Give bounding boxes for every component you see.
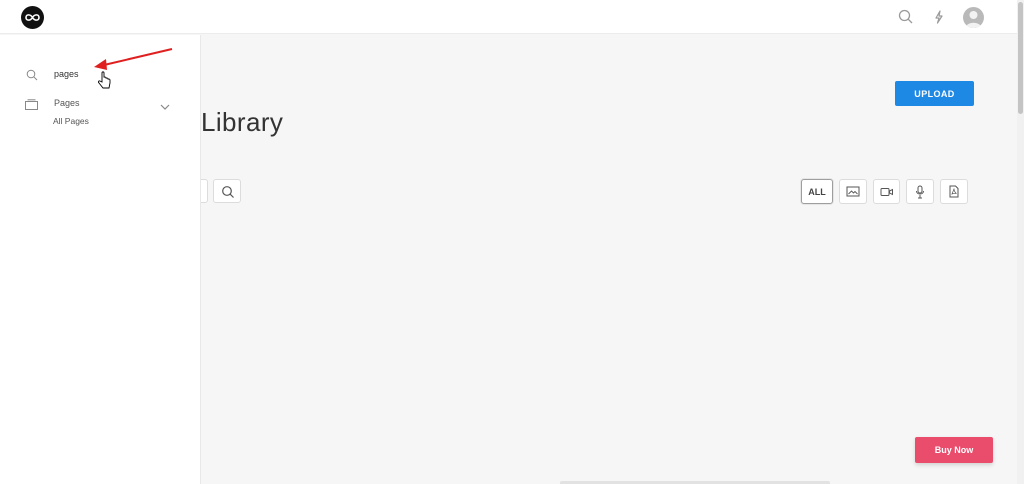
pages-icon [25,97,38,115]
sidebar-search-input[interactable] [50,66,160,82]
chevron-down-icon[interactable] [160,98,170,116]
image-icon [846,186,860,197]
logo-icon[interactable] [21,6,44,29]
sidebar-search-icon [26,68,38,86]
page-title: Library [201,107,284,137]
video-icon [880,187,893,196]
library-search-button[interactable] [213,179,241,203]
pdf-icon [949,185,959,198]
scrollbar-thumb[interactable] [1018,2,1023,114]
search-icon [222,186,234,198]
filter-pdf-button[interactable] [940,179,968,204]
filter-video-button[interactable] [873,179,900,204]
sidebar-subitem-all-pages[interactable]: All Pages [53,116,89,126]
filter-audio-button[interactable] [906,179,934,204]
sidebar-item-pages[interactable]: Pages [20,95,180,111]
upload-button[interactable]: UPLOAD [895,81,974,106]
top-bar [0,0,1017,34]
sidebar: Pages All Pages [0,35,201,484]
buy-now-button[interactable]: Buy Now [915,437,993,463]
filter-all-button[interactable]: ALL [801,179,833,204]
sidebar-item-label: Pages [54,98,80,108]
filter-image-button[interactable] [839,179,867,204]
scrollbar[interactable] [1017,0,1024,484]
search-icon[interactable] [898,9,914,25]
bolt-icon[interactable] [931,9,947,25]
avatar[interactable] [963,7,984,28]
microphone-icon [916,185,924,198]
